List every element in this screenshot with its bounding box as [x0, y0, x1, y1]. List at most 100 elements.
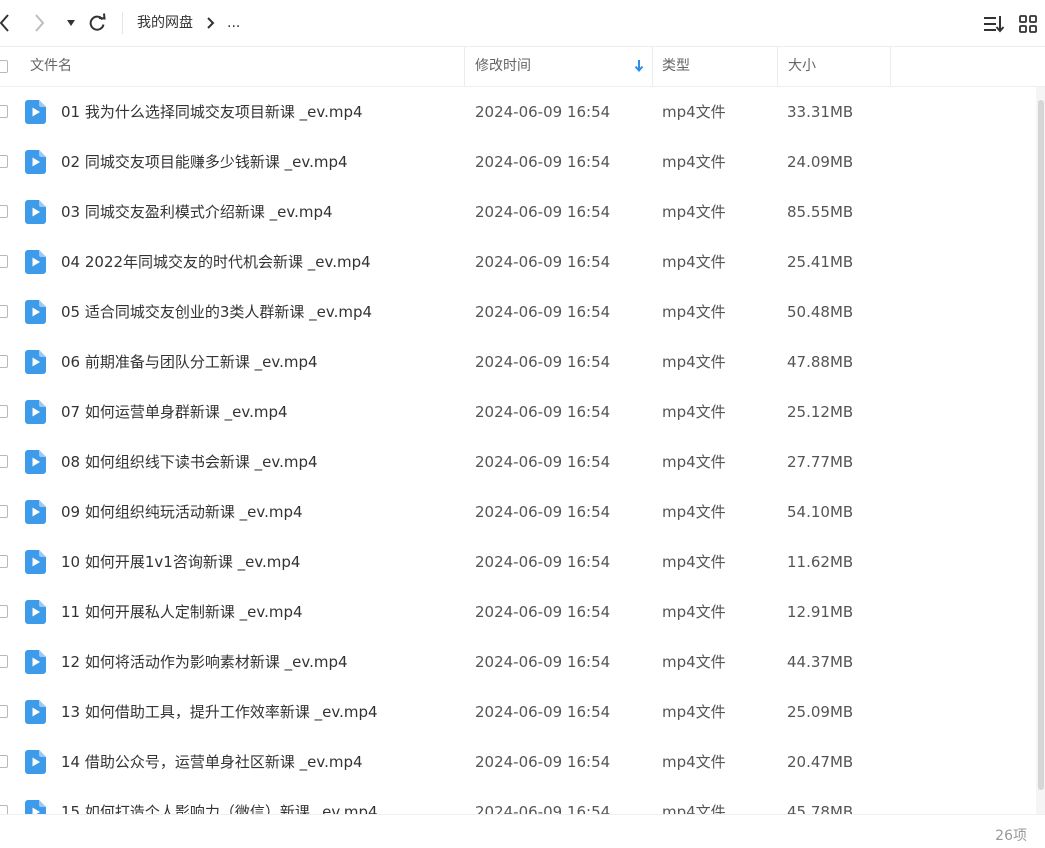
file-type: mp4文件 — [662, 703, 726, 721]
row-checkbox[interactable] — [0, 555, 8, 568]
file-row[interactable]: 01 我为什么选择同城交友项目新课 _ev.mp4 2024-06-09 16:5… — [0, 87, 1036, 137]
file-size: 20.47MB — [787, 753, 854, 771]
row-checkbox[interactable] — [0, 705, 8, 718]
history-dropdown-button[interactable] — [64, 10, 88, 36]
row-checkbox[interactable] — [0, 105, 8, 118]
video-file-icon — [25, 100, 46, 124]
sort-button[interactable] — [983, 14, 1005, 38]
file-modified-time: 2024-06-09 16:54 — [475, 603, 611, 621]
file-name[interactable]: 09 如何组织纯玩活动新课 _ev.mp4 — [61, 487, 303, 537]
row-checkbox[interactable] — [0, 255, 8, 268]
file-name[interactable]: 13 如何借助工具，提升工作效率新课 _ev.mp4 — [61, 687, 378, 737]
file-name[interactable]: 14 借助公众号，运营单身社区新课 _ev.mp4 — [61, 737, 363, 787]
file-type: mp4文件 — [662, 103, 726, 121]
video-file-icon — [25, 700, 46, 724]
breadcrumb-more[interactable]: ... — [227, 13, 240, 33]
row-checkbox[interactable] — [0, 405, 8, 418]
file-size: 25.41MB — [787, 253, 854, 271]
row-checkbox[interactable] — [0, 605, 8, 618]
column-header-type[interactable]: 类型 — [662, 47, 690, 86]
row-checkbox[interactable] — [0, 205, 8, 218]
file-size: 54.10MB — [787, 503, 854, 521]
file-type: mp4文件 — [662, 753, 726, 771]
breadcrumb-chevron-icon — [207, 17, 215, 29]
refresh-button[interactable] — [86, 10, 110, 36]
row-checkbox[interactable] — [0, 805, 8, 814]
file-modified-time: 2024-06-09 16:54 — [475, 703, 611, 721]
file-row[interactable]: 11 如何开展私人定制新课 _ev.mp4 2024-06-09 16:54 mp4… — [0, 587, 1036, 637]
file-size: 27.77MB — [787, 453, 854, 471]
file-row[interactable]: 06 前期准备与团队分工新课 _ev.mp4 2024-06-09 16:54 mp… — [0, 337, 1036, 387]
toolbar: 我的网盘 ... — [0, 0, 1045, 47]
file-name[interactable]: 08 如何组织线下读书会新课 _ev.mp4 — [61, 437, 318, 487]
file-modified-time: 2024-06-09 16:54 — [475, 453, 611, 471]
video-file-icon — [25, 150, 46, 174]
file-size: 12.91MB — [787, 603, 854, 621]
file-row[interactable]: 08 如何组织线下读书会新课 _ev.mp4 2024-06-09 16:54 mp… — [0, 437, 1036, 487]
file-row[interactable]: 14 借助公众号，运营单身社区新课 _ev.mp4 2024-06-09 16:5… — [0, 737, 1036, 787]
file-row[interactable]: 10 如何开展1v1咨询新课 _ev.mp4 2024-06-09 16:54 mp… — [0, 537, 1036, 587]
file-list: 01 我为什么选择同城交友项目新课 _ev.mp4 2024-06-09 16:5… — [0, 87, 1036, 814]
file-modified-time: 2024-06-09 16:54 — [475, 553, 611, 571]
file-row[interactable]: 05 适合同城交友创业的3类人群新课 _ev.mp4 2024-06-09 16:… — [0, 287, 1036, 337]
view-toggle-button[interactable] — [1018, 14, 1038, 38]
forward-button[interactable] — [32, 10, 56, 36]
file-row[interactable]: 02 同城交友项目能赚多少钱新课 _ev.mp4 2024-06-09 16:54… — [0, 137, 1036, 187]
row-checkbox[interactable] — [0, 455, 8, 468]
file-name[interactable]: 15 如何打造个人影响力（微信）新课 _ev.mp4 — [61, 787, 378, 814]
row-checkbox[interactable] — [0, 505, 8, 518]
refresh-icon — [89, 13, 106, 31]
row-checkbox[interactable] — [0, 655, 8, 668]
sort-descending-icon[interactable] — [633, 59, 645, 73]
file-type: mp4文件 — [662, 603, 726, 621]
breadcrumb-root[interactable]: 我的网盘 — [137, 13, 193, 33]
file-modified-time: 2024-06-09 16:54 — [475, 303, 611, 321]
column-divider[interactable] — [777, 47, 778, 86]
file-name[interactable]: 03 同城交友盈利模式介绍新课 _ev.mp4 — [61, 187, 333, 237]
row-checkbox[interactable] — [0, 355, 8, 368]
file-modified-time: 2024-06-09 16:54 — [475, 103, 611, 121]
file-name[interactable]: 12 如何将活动作为影响素材新课 _ev.mp4 — [61, 637, 348, 687]
file-name[interactable]: 06 前期准备与团队分工新课 _ev.mp4 — [61, 337, 318, 387]
column-divider[interactable] — [464, 47, 465, 86]
column-divider[interactable] — [652, 47, 653, 86]
file-row[interactable]: 03 同城交友盈利模式介绍新课 _ev.mp4 2024-06-09 16:54 m… — [0, 187, 1036, 237]
column-header-modified[interactable]: 修改时间 — [475, 47, 531, 86]
file-modified-time: 2024-06-09 16:54 — [475, 153, 611, 171]
file-name[interactable]: 04 2022年同城交友的时代机会新课 _ev.mp4 — [61, 237, 371, 287]
video-file-icon — [25, 800, 46, 814]
file-modified-time: 2024-06-09 16:54 — [475, 503, 611, 521]
file-size: 85.55MB — [787, 203, 854, 221]
file-modified-time: 2024-06-09 16:54 — [475, 403, 611, 421]
column-header-name[interactable]: 文件名 — [30, 47, 72, 86]
row-checkbox[interactable] — [0, 755, 8, 768]
file-name[interactable]: 10 如何开展1v1咨询新课 _ev.mp4 — [61, 537, 300, 587]
video-file-icon — [25, 250, 46, 274]
file-name[interactable]: 01 我为什么选择同城交友项目新课 _ev.mp4 — [61, 87, 363, 137]
file-row[interactable]: 04 2022年同城交友的时代机会新课 _ev.mp4 2024-06-09 16… — [0, 237, 1036, 287]
row-checkbox[interactable] — [0, 305, 8, 318]
file-modified-time: 2024-06-09 16:54 — [475, 353, 611, 371]
file-modified-time: 2024-06-09 16:54 — [475, 753, 611, 771]
file-name[interactable]: 02 同城交友项目能赚多少钱新课 _ev.mp4 — [61, 137, 348, 187]
back-button[interactable] — [0, 10, 20, 36]
file-type: mp4文件 — [662, 403, 726, 421]
file-name[interactable]: 11 如何开展私人定制新课 _ev.mp4 — [61, 587, 303, 637]
scrollbar-thumb[interactable] — [1038, 100, 1044, 790]
file-row[interactable]: 09 如何组织纯玩活动新课 _ev.mp4 2024-06-09 16:54 mp4… — [0, 487, 1036, 537]
file-name[interactable]: 07 如何运营单身群新课 _ev.mp4 — [61, 387, 288, 437]
select-all-checkbox[interactable] — [0, 60, 8, 73]
file-row[interactable]: 12 如何将活动作为影响素材新课 _ev.mp4 2024-06-09 16:54… — [0, 637, 1036, 687]
file-row[interactable]: 15 如何打造个人影响力（微信）新课 _ev.mp4 2024-06-09 16:… — [0, 787, 1036, 814]
file-row[interactable]: 13 如何借助工具，提升工作效率新课 _ev.mp4 2024-06-09 16:… — [0, 687, 1036, 737]
column-divider[interactable] — [890, 47, 891, 86]
file-size: 11.62MB — [787, 553, 854, 571]
file-type: mp4文件 — [662, 653, 726, 671]
caret-down-icon — [67, 20, 75, 26]
chevron-left-icon — [0, 14, 9, 32]
column-header-size[interactable]: 大小 — [788, 47, 816, 86]
video-file-icon — [25, 350, 46, 374]
file-name[interactable]: 05 适合同城交友创业的3类人群新课 _ev.mp4 — [61, 287, 372, 337]
file-row[interactable]: 07 如何运营单身群新课 _ev.mp4 2024-06-09 16:54 mp4文… — [0, 387, 1036, 437]
row-checkbox[interactable] — [0, 155, 8, 168]
